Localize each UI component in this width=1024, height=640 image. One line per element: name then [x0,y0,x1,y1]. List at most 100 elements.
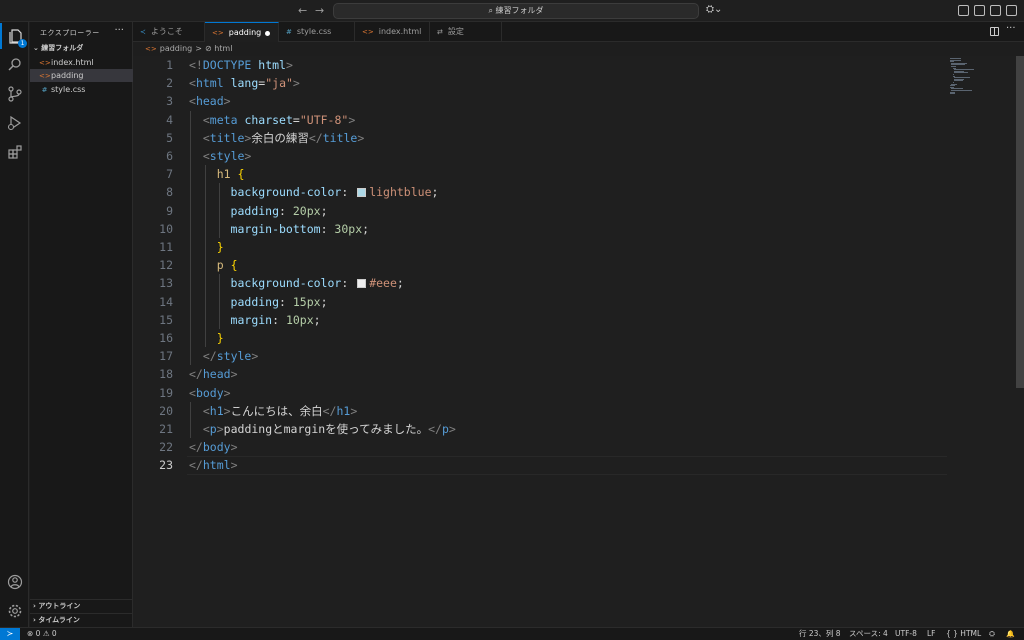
code-line[interactable]: </style> [189,347,258,365]
copilot-icon[interactable]: ⛭⌄ [706,4,722,15]
language-mode[interactable]: { } HTML [946,628,981,640]
code-line[interactable]: <h1>こんにちは、余白</h1> [189,402,357,420]
file-row-style-css[interactable]: # style.css [30,83,133,96]
notifications-bell-icon[interactable]: 🔔 [1006,628,1015,640]
code-token: title [322,130,358,145]
more-actions-icon[interactable]: ··· [1006,23,1016,34]
code-line[interactable]: h1 { [189,165,245,183]
indentation-indicator[interactable]: スペース: 4 [849,628,888,640]
indent-guide [190,165,191,184]
code-token: head [202,367,231,382]
search-activity-button[interactable] [0,52,29,78]
manage-activity-button[interactable] [0,598,29,624]
more-actions-icon[interactable]: ··· [114,25,124,36]
code-line[interactable]: <p>paddingとmarginを使ってみました。</p> [189,420,456,438]
tab-index-html[interactable]: <> index.html [355,22,430,42]
run-debug-activity-button[interactable] [0,110,29,136]
code-line[interactable]: <meta charset="UTF-8"> [189,111,355,129]
line-number: 22 [159,440,173,455]
forward-arrow-icon[interactable]: → [315,4,324,17]
indent-guide [204,310,206,329]
line-number: 21 [159,422,173,436]
code-line[interactable]: <title>余白の練習</title> [189,129,364,147]
scrollbar-thumb[interactable] [1016,56,1024,388]
code-token: </ [202,349,217,364]
tab-padding[interactable]: <> padding [205,22,279,42]
activity-bar: 1 [0,22,29,627]
file-row-index-html[interactable]: <>index.html [30,56,133,69]
code-line[interactable]: </body> [189,438,238,456]
accounts-activity-button[interactable] [0,569,29,595]
explorer-activity-button[interactable]: 1 [0,23,29,49]
code-line[interactable]: p { [189,256,238,274]
code-line[interactable]: padding: 15px; [189,293,328,311]
code-token: ; [313,312,321,327]
code-line[interactable]: </html> [189,456,238,474]
copilot-status-icon[interactable]: ⛭ [989,628,995,640]
code-token: > [230,458,238,473]
breadcrumb-file[interactable]: padding [160,44,193,53]
split-editor-icon[interactable] [990,27,999,36]
code-token: body [202,440,231,455]
tab-welcome[interactable]: ≺ ようこそ [133,22,205,42]
code-token: </ [322,403,337,418]
line-number: 7 [166,167,173,182]
css-file-icon: # [286,28,292,36]
cursor-position[interactable]: 行 23、列 8 [799,628,841,640]
code-token: > [223,385,231,400]
code-line[interactable]: </head> [189,365,238,383]
code-line[interactable]: padding: 20px; [189,202,328,220]
outline-section[interactable]: › アウトライン [30,599,133,612]
remote-indicator[interactable]: ≻ [0,628,20,640]
code-token: 15px [292,294,321,309]
toggle-panel-icon[interactable] [990,5,1001,16]
line-number: 11 [159,240,173,254]
folder-row[interactable]: ⌄ 練習フォルダ [30,42,133,55]
code-line[interactable]: <style> [189,147,252,165]
minimap[interactable] [948,56,1014,96]
code-token: style [209,149,245,163]
color-swatch[interactable] [357,279,367,289]
code-line[interactable]: <!DOCTYPE html> [189,56,293,74]
code-token: lang [230,76,259,91]
color-swatch[interactable] [357,188,367,198]
back-arrow-icon[interactable]: ← [298,4,307,17]
command-center-search[interactable]: ⌕ 練習フォルダ [333,3,699,19]
source-control-activity-button[interactable] [0,81,29,107]
customize-layout-icon[interactable] [958,5,969,16]
toggle-secondary-sidebar-icon[interactable] [1006,5,1017,16]
unsaved-dot-icon[interactable] [265,31,270,36]
problems-indicator[interactable]: ⊗ 0 ⚠ 0 [27,628,57,640]
code-token: p [209,422,217,436]
code-token: こんにちは、余白 [230,403,323,418]
line-number: 6 [166,149,173,163]
encoding-indicator[interactable]: UTF-8 [895,628,917,640]
tab-settings[interactable]: ⇄ 設定 [430,22,502,42]
code-line[interactable]: background-color: #eee; [189,274,404,292]
explorer-sidebar: エクスプローラー ··· ⌄ 練習フォルダ <>index.html <>pad… [30,22,133,627]
code-line[interactable]: } [189,329,224,347]
code-line[interactable]: } [189,238,224,256]
timeline-section[interactable]: › タイムライン [30,613,133,626]
code-line[interactable]: <html lang="ja"> [189,74,300,92]
code-line[interactable]: margin: 10px; [189,311,321,329]
code-token: background-color [230,185,342,200]
indent-guide [190,256,191,275]
code-editor[interactable]: 1 <!DOCTYPE html> 2 <html lang="ja"> 3 <head>… [133,56,1014,627]
code-line[interactable]: <head> [189,92,231,110]
code-line[interactable]: background-color: lightblue; [189,183,439,201]
tab-style-css[interactable]: # style.css [279,22,355,42]
code-line[interactable]: <body> [189,384,231,402]
code-line[interactable]: margin-bottom: 30px; [189,220,370,238]
code-token: charset [244,112,293,127]
toggle-sidebar-icon[interactable] [974,5,985,16]
extensions-activity-button[interactable] [0,139,29,165]
breadcrumb-symbol[interactable]: ⊘ html [205,44,232,53]
code-token: </ [308,130,323,145]
file-row-padding[interactable]: <>padding [30,69,133,82]
code-token: > [223,403,231,418]
eol-indicator[interactable]: LF [927,628,936,640]
